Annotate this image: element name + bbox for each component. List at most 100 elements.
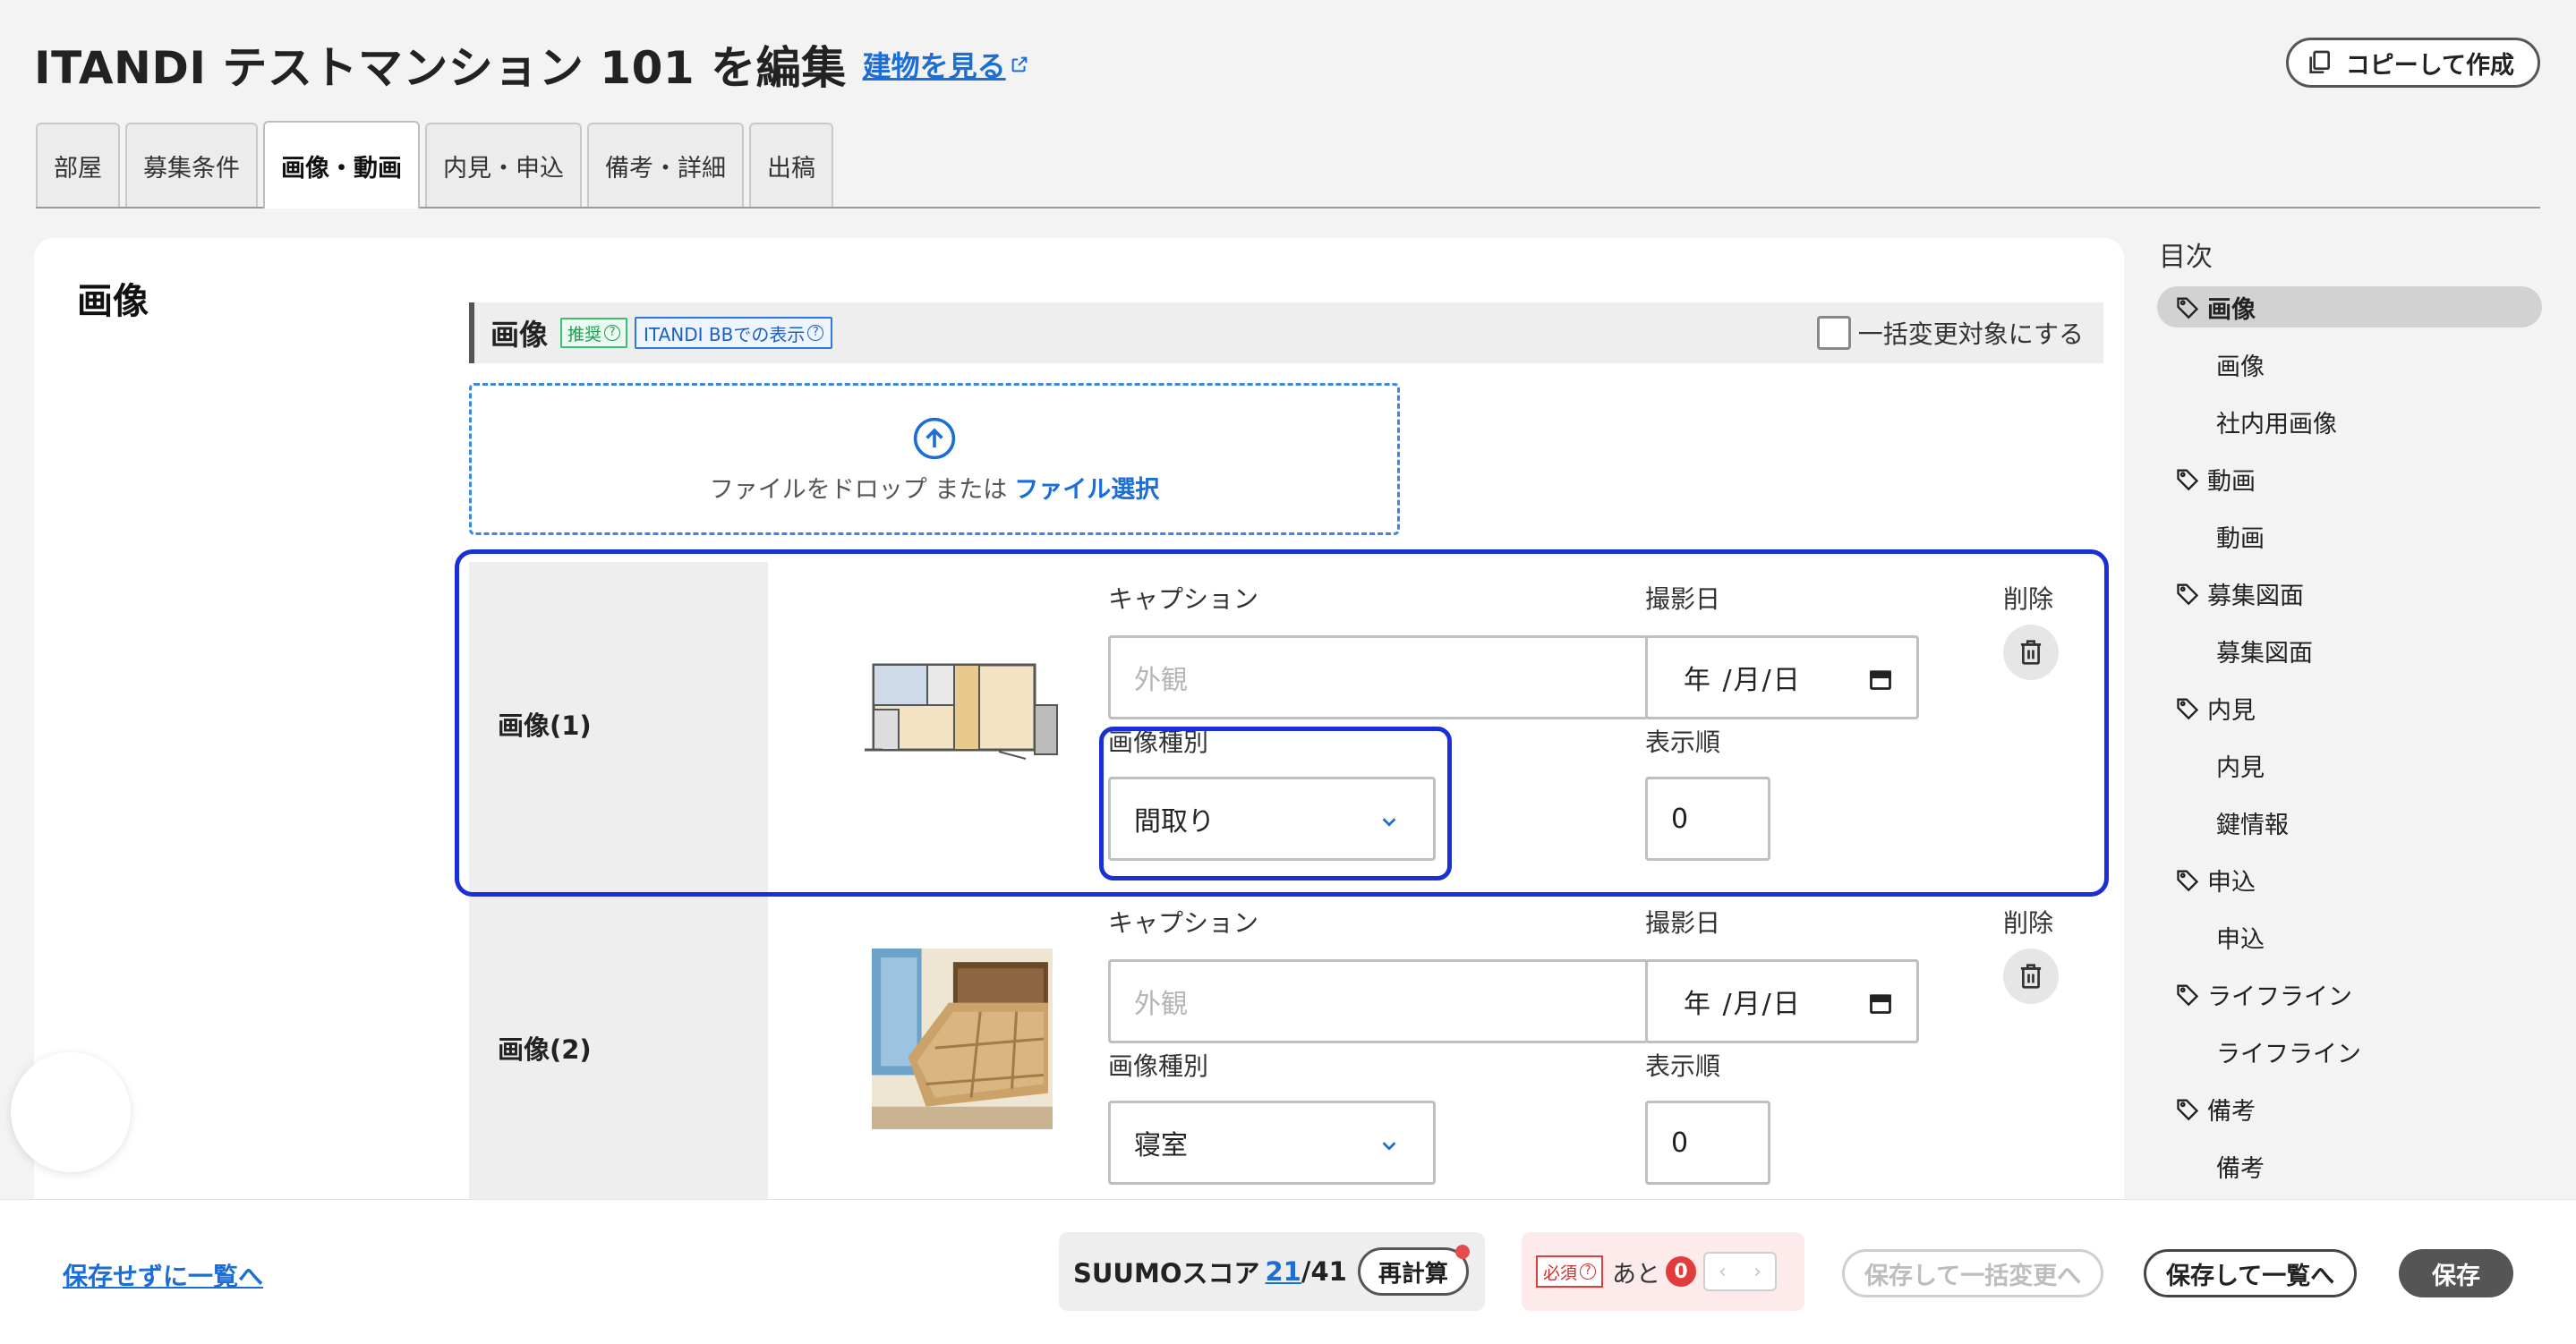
- bulk-change-checkbox[interactable]: 一括変更対象にする: [1816, 315, 2084, 351]
- page-header: ITANDI テストマンション 101 を編集 建物を見る: [34, 32, 1029, 97]
- toc-sub-application[interactable]: 申込: [2157, 908, 2542, 965]
- shooting-date-input[interactable]: 年 /月/日: [1645, 959, 1919, 1043]
- images-card: 画像 画像 推奨? ITANDI BBでの表示? 一括変更対象にする ファイルを…: [34, 238, 2124, 1344]
- required-badge-label: 必須: [1543, 1263, 1578, 1283]
- row-label-column: 画像(2): [469, 886, 768, 1210]
- tab-images-videos[interactable]: 画像・動画: [263, 121, 420, 208]
- toc-label: 内見: [2207, 696, 2256, 725]
- toc-sub-notes[interactable]: 備考: [2157, 1137, 2542, 1195]
- tab-notes-details[interactable]: 備考・詳細: [587, 123, 744, 207]
- copy-icon: [2309, 50, 2330, 73]
- tab-publish[interactable]: 出稿: [749, 123, 833, 207]
- section-title: 画像: [77, 281, 149, 322]
- copy-and-create-button[interactable]: コピーして作成: [2285, 38, 2540, 88]
- toc-sub-internal-images[interactable]: 社内用画像: [2157, 393, 2542, 450]
- required-nav-buttons[interactable]: ‹ ›: [1703, 1252, 1778, 1291]
- table-of-contents: 目次 画像 画像 社内用画像 動画 動画 募集図面 募集図面 内見 内見 鍵情報…: [2157, 234, 2542, 1195]
- tab-room[interactable]: 部屋: [36, 123, 120, 207]
- external-link-icon: [1011, 56, 1027, 72]
- toc-item-lifeline[interactable]: ライフライン: [2157, 965, 2542, 1023]
- save-and-list-button[interactable]: 保存して一覧へ: [2144, 1249, 2358, 1297]
- floor-plan-thumbnail[interactable]: [847, 625, 1079, 804]
- toc-item-viewing[interactable]: 内見: [2157, 679, 2542, 736]
- help-icon: ?: [807, 325, 824, 341]
- image-row-2: 画像(2) キャプション 外観 撮影日 年 /月/日 削除 画像種別 寝室 表示…: [469, 886, 2103, 1210]
- required-count-badge: 0: [1666, 1256, 1697, 1287]
- trash-icon: [2020, 964, 2042, 989]
- toc-sub-lifeline[interactable]: ライフライン: [2157, 1023, 2542, 1080]
- toc-label: 募集図面: [2207, 582, 2304, 610]
- file-dropzone[interactable]: ファイルをドロップ または ファイル選択: [469, 383, 1400, 535]
- image-type-select[interactable]: 間取り: [1108, 777, 1436, 861]
- toc-sub-viewing[interactable]: 内見: [2157, 736, 2542, 794]
- calendar-icon[interactable]: [1868, 667, 1893, 692]
- file-select-link[interactable]: ファイル選択: [1014, 476, 1159, 504]
- toc-item-notes[interactable]: 備考: [2157, 1080, 2542, 1137]
- caption-input[interactable]: 外観: [1108, 959, 1649, 1043]
- display-order-input[interactable]: 0: [1645, 1101, 1770, 1185]
- toc-sub-videos[interactable]: 動画: [2157, 507, 2542, 565]
- save-button[interactable]: 保存: [2399, 1249, 2513, 1297]
- toc-title: 目次: [2159, 242, 2213, 273]
- itandi-display-badge[interactable]: ITANDI BBでの表示?: [635, 317, 833, 349]
- display-order-label: 表示順: [1645, 1051, 1721, 1081]
- page-title: ITANDI テストマンション 101 を編集: [34, 42, 847, 94]
- display-order-label: 表示順: [1645, 727, 1721, 757]
- suumo-score-box: SUUMOスコア 21 /41 再計算: [1059, 1232, 1485, 1311]
- recalculate-label: 再計算: [1378, 1260, 1448, 1288]
- chevron-down-icon: [1382, 818, 1396, 827]
- recommended-badge[interactable]: 推奨?: [560, 318, 628, 348]
- required-fields-box: 必須? あと 0 ‹ ›: [1522, 1232, 1804, 1311]
- delete-image-button[interactable]: [2003, 948, 2059, 1004]
- toc-item-application[interactable]: 申込: [2157, 851, 2542, 908]
- score-value-link[interactable]: 21: [1266, 1256, 1301, 1287]
- calendar-icon[interactable]: [1868, 991, 1893, 1016]
- tag-icon: [2177, 297, 2199, 319]
- recalculate-button[interactable]: 再計算: [1357, 1245, 1470, 1296]
- recommended-badge-label: 推奨: [567, 324, 602, 345]
- image-type-value: 間取り: [1134, 806, 1215, 838]
- required-remaining-text: あと: [1612, 1260, 1661, 1289]
- caption-input[interactable]: 外観: [1108, 635, 1649, 719]
- bedroom-thumbnail[interactable]: [872, 948, 1053, 1129]
- image-row-1: 画像(1) キャプション 外観 撮影日 年 /月/日 削除 画像種別 間取り 表…: [469, 562, 2103, 886]
- caption-label: キャプション: [1108, 908, 1259, 938]
- save-and-bulk-change-button[interactable]: 保存して一括変更へ: [1842, 1249, 2104, 1297]
- chevron-down-icon: [1382, 1142, 1396, 1151]
- toc-item-images[interactable]: 画像: [2157, 286, 2542, 327]
- help-icon: ?: [1580, 1263, 1597, 1280]
- date-value: 年 /月/日: [1684, 665, 1802, 696]
- image-type-label: 画像種別: [1108, 1051, 1209, 1081]
- chevron-left-icon[interactable]: ‹: [1719, 1261, 1727, 1283]
- checkbox-box[interactable]: [1816, 316, 1851, 350]
- tag-icon: [2177, 583, 2199, 606]
- toc-sub-floor-plans[interactable]: 募集図面: [2157, 622, 2542, 679]
- trash-icon: [2020, 640, 2042, 665]
- floating-action-button[interactable]: [11, 1052, 131, 1172]
- image-type-select[interactable]: 寝室: [1108, 1101, 1436, 1185]
- toc-item-videos[interactable]: 動画: [2157, 450, 2542, 507]
- view-building-label: 建物を見る: [862, 49, 1006, 83]
- toc-label: 動画: [2207, 467, 2256, 496]
- shooting-date-label: 撮影日: [1645, 584, 1721, 614]
- chevron-right-icon[interactable]: ›: [1753, 1261, 1761, 1283]
- toc-item-floor-plans[interactable]: 募集図面: [2157, 565, 2542, 622]
- view-building-link[interactable]: 建物を見る: [863, 44, 1029, 85]
- display-order-input[interactable]: 0: [1645, 777, 1770, 861]
- caption-label: キャプション: [1108, 584, 1259, 614]
- toc-label: 備考: [2207, 1097, 2256, 1126]
- shooting-date-input[interactable]: 年 /月/日: [1645, 635, 1919, 719]
- delete-label: 削除: [2003, 584, 2054, 614]
- back-without-save-link[interactable]: 保存せずに一覧へ: [63, 1257, 263, 1293]
- toc-sub-key-info[interactable]: 鍵情報: [2157, 794, 2542, 851]
- tag-icon: [2177, 1099, 2199, 1121]
- images-subheader: 画像 推奨? ITANDI BBでの表示? 一括変更対象にする: [469, 302, 2103, 363]
- toc-sub-images[interactable]: 画像: [2157, 336, 2542, 393]
- delete-image-button[interactable]: [2003, 625, 2059, 680]
- tab-recruitment-conditions[interactable]: 募集条件: [125, 123, 258, 207]
- score-label: SUUMOスコア: [1073, 1258, 1260, 1289]
- toc-label: ライフライン: [2207, 982, 2352, 1011]
- tab-viewing-application[interactable]: 内見・申込: [425, 123, 582, 207]
- row-label-column: 画像(1): [469, 562, 768, 886]
- footer-bar: 保存せずに一覧へ SUUMOスコア 21 /41 再計算 必須? あと 0 ‹ ›…: [0, 1199, 2576, 1344]
